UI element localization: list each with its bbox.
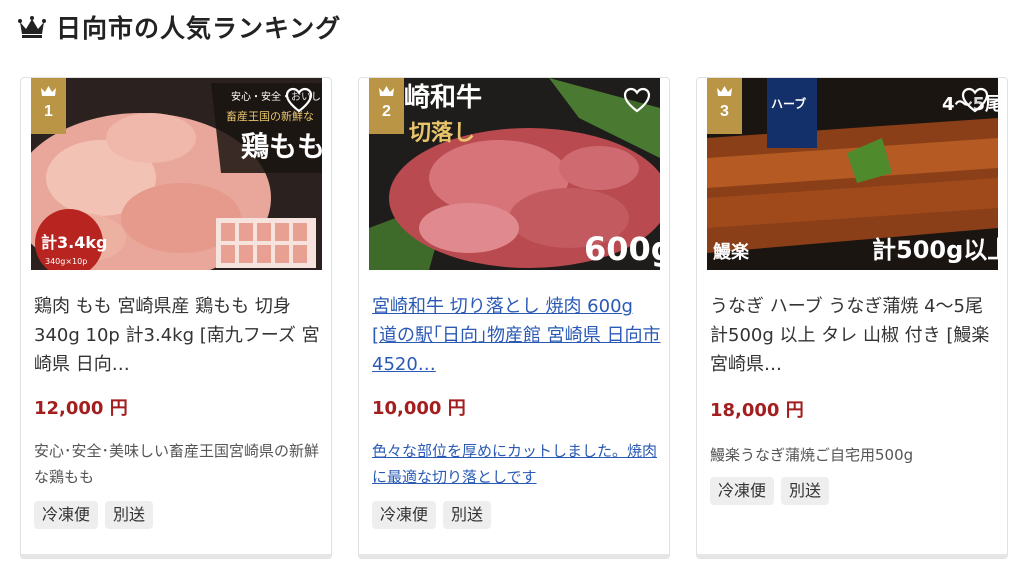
product-price: 12,000 円	[34, 398, 128, 419]
product-price: 18,000 円	[710, 400, 804, 421]
ranking-card-2[interactable]: 崎和牛 切落し 600g 2 宮崎和牛 切り落とし 焼肉 600g [道の駅｢日…	[358, 77, 670, 559]
ranking-card-3[interactable]: ハーブ 4〜5尾 鰻楽 計500g以上 3 うなぎ ハーブ うなぎ蒲焼 4〜5尾…	[696, 77, 1008, 559]
page-title: 日向市の人気ランキング	[56, 14, 342, 43]
rank-badge: 2	[369, 78, 404, 134]
tag-frozen: 冷凍便	[710, 477, 775, 505]
product-image-beef[interactable]: 崎和牛 切落し 600g	[369, 78, 660, 270]
image-text-weight: 600g	[584, 230, 660, 268]
product-tags: 冷凍便 別送	[34, 501, 154, 529]
tag-frozen: 冷凍便	[34, 501, 99, 529]
rank-number: 3	[720, 103, 729, 120]
image-text-weight: 計500g以上	[872, 236, 998, 264]
favorite-heart-icon[interactable]	[961, 87, 989, 113]
rank-badge: 1	[31, 78, 66, 134]
product-price: 10,000 円	[372, 398, 466, 419]
product-description: 鰻楽うなぎ蒲焼ご自宅用500g	[710, 446, 914, 464]
card-shadow	[697, 554, 1007, 558]
tag-separate-shipping: 別送	[781, 477, 830, 505]
product-tags: 冷凍便 別送	[372, 501, 492, 529]
rank-badge: 3	[707, 78, 742, 134]
image-text-sub: 切落し	[409, 121, 475, 146]
product-image-chicken[interactable]: 安心・安全・おいし 畜産王国の新鮮な 鶏もも 計3.4kg 340g×10p	[31, 78, 322, 270]
product-title[interactable]: 鶏肉 もも 宮崎県産 鶏もも 切身 340g 10p 計3.4kg [南九フーズ…	[34, 292, 324, 379]
rank-number: 2	[382, 103, 391, 120]
tag-separate-shipping: 別送	[105, 501, 154, 529]
image-text-weight-sub: 340g×10p	[45, 257, 87, 266]
tag-frozen: 冷凍便	[372, 501, 437, 529]
product-image-eel[interactable]: ハーブ 4〜5尾 鰻楽 計500g以上	[707, 78, 998, 270]
product-title-link[interactable]: 宮崎和牛 切り落とし 焼肉 600g [道の駅｢日向｣物産館 宮崎県 日向市 4…	[372, 292, 662, 379]
ranking-header: 日向市の人気ランキング	[18, 12, 342, 43]
image-text-logo: 鰻楽	[713, 241, 750, 263]
image-text-main: 崎和牛	[404, 83, 482, 113]
product-description: 安心･安全･美味しい畜産王国宮崎県の新鮮な鶏もも	[34, 442, 320, 486]
product-title[interactable]: うなぎ ハーブ うなぎ蒲焼 4〜5尾 計500g 以上 タレ 山椒 付き [鰻楽…	[710, 292, 1000, 379]
crown-icon	[41, 86, 56, 96]
image-text-weight: 計3.4kg	[41, 233, 107, 252]
favorite-heart-icon[interactable]	[623, 87, 651, 113]
rank-number: 1	[44, 103, 53, 120]
image-text-main: ハーブ	[771, 96, 806, 111]
image-text-main: 鶏もも	[241, 130, 322, 163]
ranking-card-list: 安心・安全・おいし 畜産王国の新鮮な 鶏もも 計3.4kg 340g×10p 1…	[20, 77, 1008, 559]
crown-icon	[18, 16, 46, 38]
card-shadow	[21, 554, 331, 558]
crown-icon	[379, 86, 394, 96]
crown-icon	[717, 86, 732, 96]
favorite-heart-icon[interactable]	[285, 87, 313, 113]
product-tags: 冷凍便 別送	[710, 477, 830, 505]
product-description-link[interactable]: 色々な部位を厚めにカットしました。焼肉に最適な切り落としです	[372, 438, 662, 490]
card-shadow	[359, 554, 669, 558]
ranking-card-1[interactable]: 安心・安全・おいし 畜産王国の新鮮な 鶏もも 計3.4kg 340g×10p 1…	[20, 77, 332, 559]
tag-separate-shipping: 別送	[443, 501, 492, 529]
